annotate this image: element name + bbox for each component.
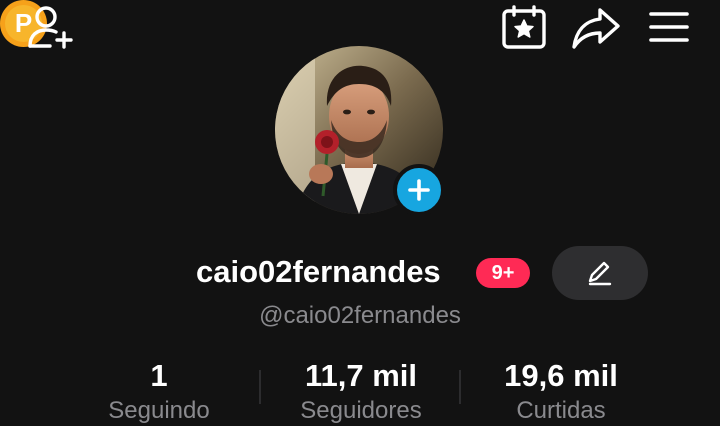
- stat-divider: [459, 370, 461, 404]
- share-arrow-icon: [572, 8, 620, 49]
- calendar-button[interactable]: [500, 4, 548, 50]
- stat-followers-value: 11,7 mil: [304, 358, 418, 393]
- stat-following[interactable]: 1 Seguindo: [64, 358, 254, 426]
- stat-following-label: Seguindo: [108, 397, 210, 424]
- stat-following-value: 1: [150, 358, 168, 393]
- notification-badge[interactable]: 9+: [476, 258, 530, 288]
- username-row: caio02fernandes 9+: [0, 246, 720, 300]
- person-plus-icon: [28, 6, 73, 49]
- stat-divider: [259, 370, 261, 404]
- stat-likes-value: 19,6 mil: [504, 358, 618, 393]
- calendar-star-icon: [502, 5, 546, 49]
- avatar-container: [275, 46, 445, 216]
- stat-likes-label: Curtidas: [516, 397, 606, 424]
- stat-likes[interactable]: 19,6 mil Curtidas: [466, 358, 656, 426]
- display-name: caio02fernandes: [196, 254, 441, 289]
- stat-followers-label: Seguidores: [300, 397, 422, 424]
- user-handle: @caio02fernandes: [259, 302, 461, 329]
- add-avatar-button[interactable]: [393, 164, 445, 216]
- pencil-icon: [588, 261, 612, 286]
- menu-button[interactable]: [648, 6, 690, 48]
- stat-followers[interactable]: 11,7 mil Seguidores: [266, 358, 456, 426]
- hamburger-menu-icon: [649, 12, 689, 42]
- share-button[interactable]: [570, 6, 622, 50]
- edit-profile-button[interactable]: [552, 246, 648, 300]
- add-friend-button[interactable]: [26, 4, 78, 50]
- plus-icon: [408, 179, 430, 201]
